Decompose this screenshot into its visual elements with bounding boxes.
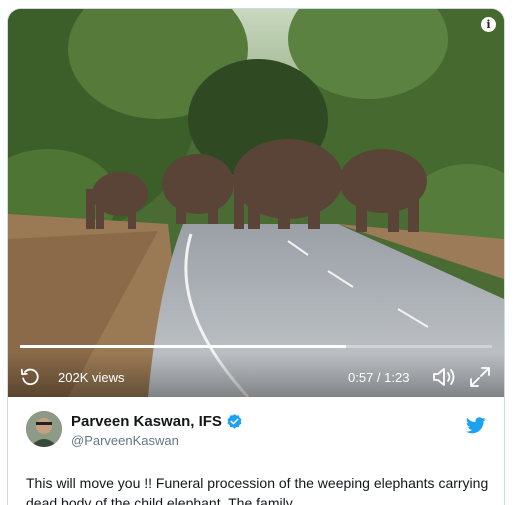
author-name-row[interactable]: Parveen Kaswan, IFS [71, 413, 243, 430]
info-icon[interactable]: i [481, 17, 496, 32]
volume-icon[interactable] [431, 365, 457, 389]
video-controls: 202K views 0:57 / 1:23 [8, 353, 504, 397]
embedded-tweet-card: i 202K views 0:57 / 1:23 Parveen Kaswan,… [7, 8, 505, 505]
avatar[interactable] [26, 411, 62, 447]
tweet-text: This will move you !! Funeral procession… [26, 475, 489, 505]
view-count: 202K views [58, 370, 125, 385]
replay-icon[interactable] [19, 366, 41, 388]
playback-time: 0:57 / 1:23 [348, 370, 410, 385]
tweet-body: Parveen Kaswan, IFS @ParveenKaswan This … [8, 397, 504, 505]
twitter-bird-icon[interactable] [466, 417, 486, 434]
video-progress-fill [20, 345, 346, 348]
display-name[interactable]: Parveen Kaswan, IFS [71, 413, 222, 430]
avatar-image [26, 411, 62, 447]
video-player[interactable]: i 202K views 0:57 / 1:23 [8, 9, 504, 397]
info-glyph: i [486, 18, 491, 31]
user-handle[interactable]: @ParveenKaswan [71, 433, 179, 448]
video-frame-image [8, 9, 504, 397]
video-progress-bar[interactable] [20, 345, 492, 348]
verified-badge-icon [227, 414, 242, 429]
fullscreen-icon[interactable] [468, 365, 492, 389]
